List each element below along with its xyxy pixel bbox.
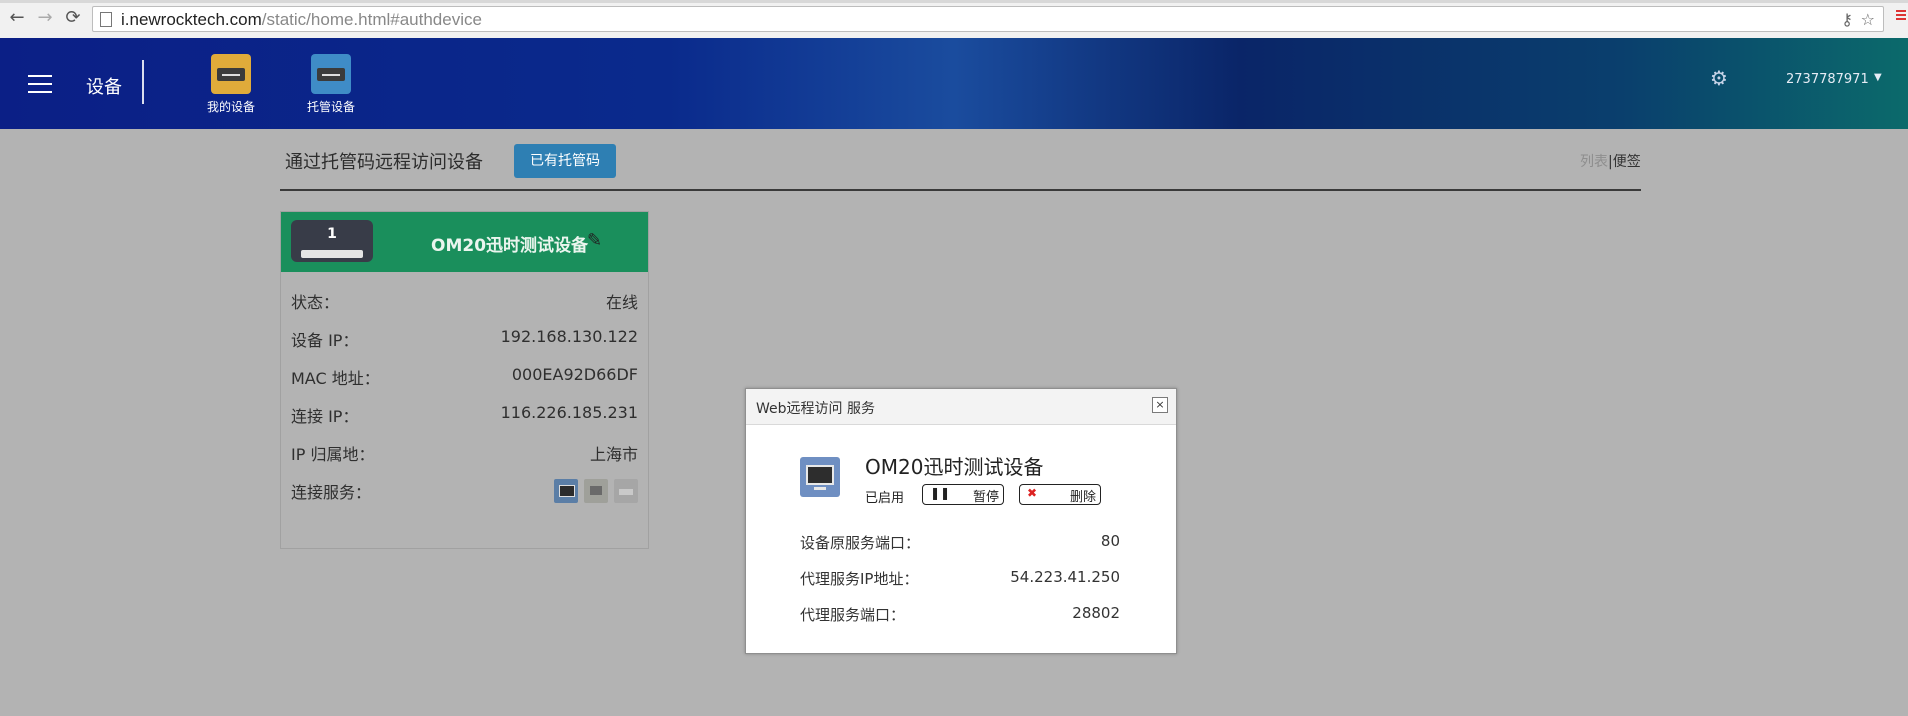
ip-location-row: IP 归属地： 上海市: [291, 441, 638, 465]
close-icon[interactable]: ×: [1152, 397, 1168, 413]
hamburger-menu-icon[interactable]: [28, 75, 52, 93]
service-status: 已启用: [865, 491, 905, 506]
app-header: 设备 我的设备 托管设备 ⚙ 2737787971 ▼: [0, 38, 1908, 129]
address-bar[interactable]: i.newrocktech.com/static/home.html#authd…: [92, 6, 1884, 32]
mac-row: MAC 地址： 000EA92D66DF: [291, 365, 638, 389]
proxy-ip-value: 54.223.41.250: [1010, 568, 1120, 586]
web-remote-service-dialog: Web远程访问 服务 × OM20迅时测试设备 已启用 ❚❚ 暂停 ✖ 删除 设…: [745, 388, 1177, 654]
connect-ip-label: 连接 IP：: [291, 407, 359, 426]
connect-ip-row: 连接 IP： 116.226.185.231: [291, 403, 638, 427]
other-service-icon[interactable]: [614, 479, 638, 503]
have-code-button[interactable]: 已有托管码: [514, 144, 616, 178]
dialog-header: Web远程访问 服务 ×: [746, 389, 1176, 425]
pause-button[interactable]: ❚❚ 暂停: [922, 484, 1004, 505]
device-ip-label: 设备 IP：: [291, 331, 359, 350]
services-row: 连接服务：: [291, 479, 638, 503]
delete-icon: ✖: [1027, 486, 1038, 500]
nav-my-devices-label: 我的设备: [206, 100, 255, 114]
section-divider: [280, 189, 1641, 191]
device-card-header: 1 OM20迅时测试设备 ✎: [281, 212, 648, 272]
url-host: i.newrocktech.com: [121, 10, 262, 29]
connect-ip-value: 116.226.185.231: [500, 403, 638, 422]
view-note-link[interactable]: 便签: [1613, 154, 1641, 170]
dialog-device-name: OM20迅时测试设备: [865, 455, 1044, 479]
url-path: /static/home.html#authdevice: [261, 10, 482, 29]
my-devices-icon: [211, 54, 251, 94]
forward-icon[interactable]: →: [34, 7, 56, 29]
device-card[interactable]: 1 OM20迅时测试设备 ✎ 状态： 在线 设备 IP： 192.168.130…: [280, 211, 649, 549]
monitor-icon: [800, 457, 840, 497]
reload-icon[interactable]: ⟳: [62, 7, 84, 29]
services-label: 连接服务：: [291, 483, 372, 502]
device-ip-row: 设备 IP： 192.168.130.122: [291, 327, 638, 351]
mac-label: MAC 地址：: [291, 369, 380, 388]
web-service-icon[interactable]: [554, 479, 578, 503]
status-label: 状态：: [291, 293, 340, 312]
proxy-port-label: 代理服务端口：: [800, 606, 906, 624]
key-icon[interactable]: ⚷: [1841, 10, 1853, 29]
status-value: 在线: [605, 293, 638, 312]
chevron-down-icon[interactable]: ▼: [1874, 72, 1882, 83]
pause-label: 暂停: [972, 490, 999, 505]
tab-strip: [0, 0, 1908, 3]
ip-location-label: IP 归属地：: [291, 445, 375, 464]
page-icon: [100, 12, 112, 27]
mac-value: 000EA92D66DF: [511, 365, 638, 384]
proxy-port-value: 28802: [1072, 604, 1120, 622]
view-toggle: 列表|便签: [1580, 151, 1641, 171]
star-icon[interactable]: ☆: [1861, 10, 1875, 29]
hosted-devices-icon: [311, 54, 351, 94]
origin-port-label: 设备原服务端口：: [800, 534, 921, 552]
status-row: 状态： 在线: [291, 289, 638, 313]
username[interactable]: 2737787971: [1786, 72, 1869, 87]
view-list-link[interactable]: 列表: [1580, 154, 1608, 170]
device-name: OM20迅时测试设备: [431, 236, 589, 256]
remote-desktop-service-icon[interactable]: [584, 479, 608, 503]
origin-port-value: 80: [1100, 532, 1120, 550]
header-title: 设备: [86, 77, 122, 98]
ip-location-value: 上海市: [589, 445, 638, 464]
pencil-icon[interactable]: ✎: [587, 230, 602, 251]
delete-button[interactable]: ✖ 删除: [1019, 484, 1101, 505]
device-ip-value: 192.168.130.122: [500, 327, 638, 346]
nav-my-devices[interactable]: 我的设备: [196, 54, 266, 115]
browser-toolbar: ← → ⟳ i.newrocktech.com/static/home.html…: [0, 0, 1908, 39]
delete-label: 删除: [1069, 490, 1096, 505]
nav-hosted-devices-label: 托管设备: [306, 100, 355, 114]
back-icon[interactable]: ←: [6, 7, 28, 29]
browser-menu-icon[interactable]: [1896, 10, 1906, 22]
dialog-title: Web远程访问 服务: [756, 401, 875, 417]
device-number: 1: [327, 226, 337, 242]
page-title: 通过托管码远程访问设备: [285, 152, 483, 173]
proxy-ip-label: 代理服务IP地址：: [800, 570, 919, 588]
pause-icon: ❚❚: [930, 486, 951, 500]
gear-icon[interactable]: ⚙: [1710, 68, 1730, 88]
header-divider: [142, 60, 144, 104]
nav-hosted-devices[interactable]: 托管设备: [296, 54, 366, 115]
device-icon: 1: [291, 220, 373, 266]
url-text[interactable]: i.newrocktech.com/static/home.html#authd…: [121, 10, 482, 30]
